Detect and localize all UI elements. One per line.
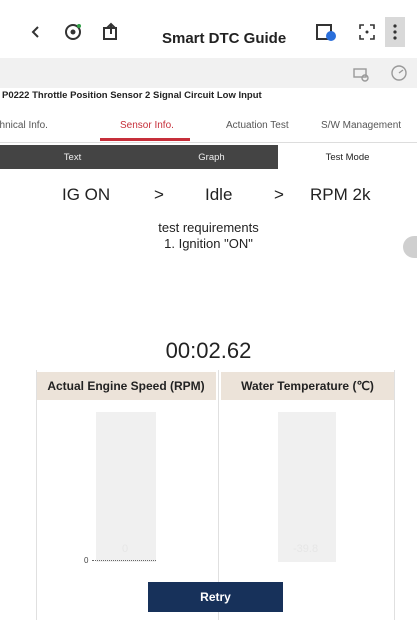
settings-badge-icon[interactable] [60, 20, 86, 44]
tab-technical-info[interactable]: Technical Info. [0, 120, 48, 131]
vehicle-icon[interactable] [352, 64, 370, 82]
top-app-bar: Smart DTC Guide [0, 0, 417, 58]
engine-speed-bar [96, 412, 156, 562]
test-timer: 00:02.62 [165, 338, 252, 363]
secondary-toolbar [0, 58, 417, 88]
segment-test-mode[interactable]: Test Mode [278, 145, 417, 169]
tab-sw-management[interactable]: S/W Management [321, 120, 401, 131]
retry-button[interactable]: Retry [148, 582, 283, 612]
engine-speed-value: 0 [122, 543, 129, 555]
requirements-line-1: 1. Ignition "ON" [164, 236, 253, 251]
divider-left [36, 370, 37, 620]
step-idle: Idle [205, 185, 233, 204]
step-rpm-2k: RPM 2k [310, 185, 371, 204]
side-drawer-handle[interactable] [403, 236, 417, 258]
tab-bar: Technical Info. Sensor Info. Actuation T… [0, 112, 417, 143]
segment-text[interactable]: Text [0, 145, 145, 169]
export-icon[interactable] [98, 20, 124, 44]
page-title: Smart DTC Guide [162, 30, 287, 47]
back-icon[interactable] [28, 20, 44, 44]
calendar-sync-icon[interactable] [312, 20, 340, 44]
active-tab-indicator [100, 138, 190, 141]
divider-right [394, 370, 395, 620]
water-temp-value: -39.8 [293, 543, 319, 555]
step-arrow-1: > [154, 185, 164, 204]
engine-speed-axis-zero: 0 [84, 556, 89, 565]
tab-actuation-test[interactable]: Actuation Test [226, 120, 289, 131]
step-ig-on: IG ON [62, 185, 111, 204]
tab-sensor-info[interactable]: Sensor Info. [120, 120, 174, 131]
water-temp-bar [278, 412, 336, 562]
dtc-title: P0222 Throttle Position Sensor 2 Signal … [2, 90, 262, 101]
fullscreen-icon[interactable] [356, 20, 378, 44]
step-arrow-2: > [274, 185, 284, 204]
requirements-title: test requirements [158, 220, 259, 235]
view-mode-segment: Text Graph Test Mode [0, 145, 417, 169]
more-menu-icon[interactable] [385, 17, 405, 47]
gauge-header-engine-speed: Actual Engine Speed (RPM) [36, 372, 216, 400]
gauge-icon[interactable] [390, 64, 408, 82]
gauge-header-water-temp: Water Temperature (℃) [221, 372, 394, 400]
engine-speed-baseline [92, 560, 156, 561]
segment-graph[interactable]: Graph [145, 145, 278, 169]
